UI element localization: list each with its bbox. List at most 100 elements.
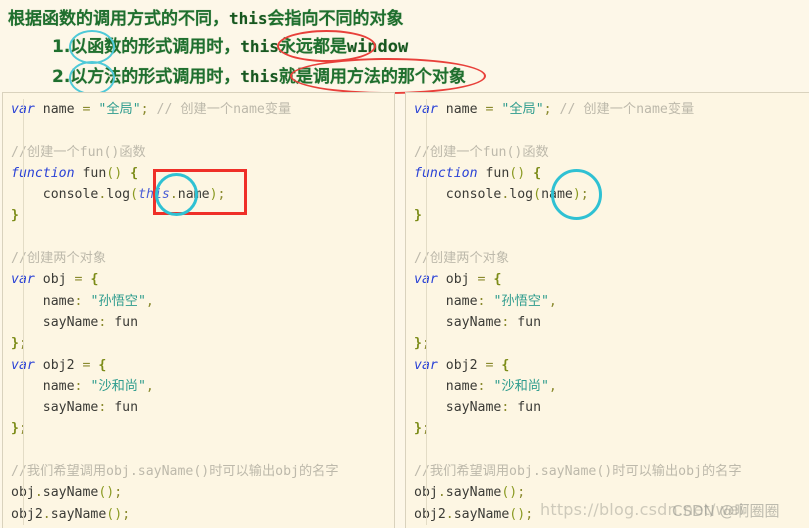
note-line-2-boxed: window (346, 37, 409, 57)
notes-header: 根据函数的调用方式的不同，this会指向不同的对象 1.以函数的形式调用时，th… (0, 0, 809, 95)
code-line: //创建两个对象 (11, 248, 339, 270)
code-token: () (106, 165, 123, 181)
code-line: name: "孙悟空", (414, 290, 742, 312)
code-token: , (548, 378, 557, 394)
code-token: //创建一个fun()函数 (11, 144, 146, 160)
code-line: var obj = { (414, 269, 742, 291)
code-token: obj (437, 272, 478, 288)
indent-guide (23, 354, 24, 376)
code-line: name: "沙和尚", (414, 375, 742, 398)
note-line-3-boxed: 调用方法的那个对象 (312, 67, 466, 87)
code-line: sayName: fun (414, 311, 742, 334)
indent-guide (426, 205, 427, 227)
note-line-2-a: 以 (70, 37, 88, 57)
code-token: { (98, 357, 107, 373)
code-token: ; (517, 485, 526, 501)
code-token: } (11, 336, 19, 352)
code-token: "沙和尚" (90, 378, 146, 394)
code-token: obj2 (34, 357, 83, 373)
code-token: ; (580, 187, 589, 203)
code-token: ; (122, 506, 131, 522)
indent-guide (23, 269, 24, 291)
code-token: sayName (50, 506, 107, 522)
code-token: , (548, 293, 557, 309)
code-token: sayName (11, 314, 99, 330)
code-token: ; (114, 485, 123, 501)
code-token: } (414, 336, 422, 352)
code-token: // 创建一个name变量 (559, 102, 695, 117)
indent-guide (426, 226, 427, 249)
indent-guide (23, 461, 24, 483)
code-line: sayName: fun (11, 311, 339, 334)
code-token: ; (217, 187, 226, 203)
indent-guide (23, 226, 24, 249)
code-line: }; (414, 333, 742, 355)
code-token: { (501, 357, 510, 373)
indent-guide (23, 141, 24, 163)
code-line: //创建一个fun()函数 (11, 141, 339, 163)
indent-guide (23, 248, 24, 270)
indent-guide (23, 162, 24, 185)
indent-guide (426, 269, 427, 291)
code-token: function (11, 165, 75, 181)
code-token: . (445, 506, 454, 522)
indent-guide (23, 99, 24, 121)
code-token: console (11, 187, 99, 203)
code-token: name (177, 187, 210, 203)
code-token: { (130, 165, 139, 181)
code-token: name (11, 293, 75, 309)
code-token: "全局" (501, 102, 544, 117)
code-token: //我们希望调用obj.sayName()时可以输出obj的名字 (414, 464, 742, 480)
code-token: sayName (11, 400, 99, 416)
indent-guide (426, 333, 427, 355)
code-token: ) (209, 187, 218, 203)
code-token: { (90, 272, 99, 288)
code-line: obj2.sayName(); (414, 503, 742, 525)
code-token: obj2 (11, 506, 43, 522)
indent-guide (426, 461, 427, 483)
right-code-block[interactable]: var name = "全局"; // 创建一个name变量 //创建一个fun… (406, 93, 742, 525)
code-token: name (437, 102, 486, 117)
code-token: sayName (42, 485, 99, 501)
code-token: { (533, 165, 542, 181)
indent-guide (23, 503, 24, 525)
code-token: . (42, 506, 51, 522)
note-line-3: 2.以方法的形式调用时，this就是调用方法的那个对象 (52, 62, 466, 87)
code-line: obj2.sayName(); (11, 503, 339, 525)
indent-guide (23, 290, 24, 312)
left-code-block[interactable]: var name = "全局"; // 创建一个name变量 //创建一个fun… (3, 93, 339, 525)
code-token: fun (477, 165, 510, 181)
code-token: } (11, 208, 19, 224)
code-line: //创建一个fun()函数 (414, 141, 742, 163)
note-line-2-circled: 函数 (87, 37, 122, 57)
code-token: "沙和尚" (493, 378, 549, 394)
indent-guide (23, 439, 24, 462)
note-line-2-index: 1. (52, 37, 71, 57)
code-line: console.log(name); (414, 184, 742, 206)
indent-guide (426, 482, 427, 504)
code-line (414, 226, 742, 249)
left-code-panel[interactable]: var name = "全局"; // 创建一个name变量 //创建一个fun… (2, 92, 395, 528)
code-token: name (541, 187, 573, 203)
indent-guide (426, 290, 427, 312)
code-line: function fun() { (11, 162, 339, 185)
code-token: log (106, 187, 131, 203)
note-line-2-keyword: this (240, 37, 279, 56)
indent-guide (23, 397, 24, 419)
code-token: fun (509, 400, 542, 416)
code-line: }; (11, 418, 339, 440)
code-line (11, 226, 339, 249)
code-token: sayName (414, 400, 502, 416)
code-token: fun (509, 314, 542, 330)
indent-guide (426, 503, 427, 525)
code-token: ( (533, 187, 542, 203)
code-token: name (414, 293, 478, 309)
code-token: name (11, 378, 75, 394)
indent-guide (426, 375, 427, 398)
code-line: //创建两个对象 (414, 248, 742, 270)
code-token: "全局" (98, 102, 141, 117)
code-token: name (414, 378, 478, 394)
right-code-panel[interactable]: var name = "全局"; // 创建一个name变量 //创建一个fun… (405, 92, 809, 528)
note-line-2-c: 永远都是 (278, 37, 347, 57)
